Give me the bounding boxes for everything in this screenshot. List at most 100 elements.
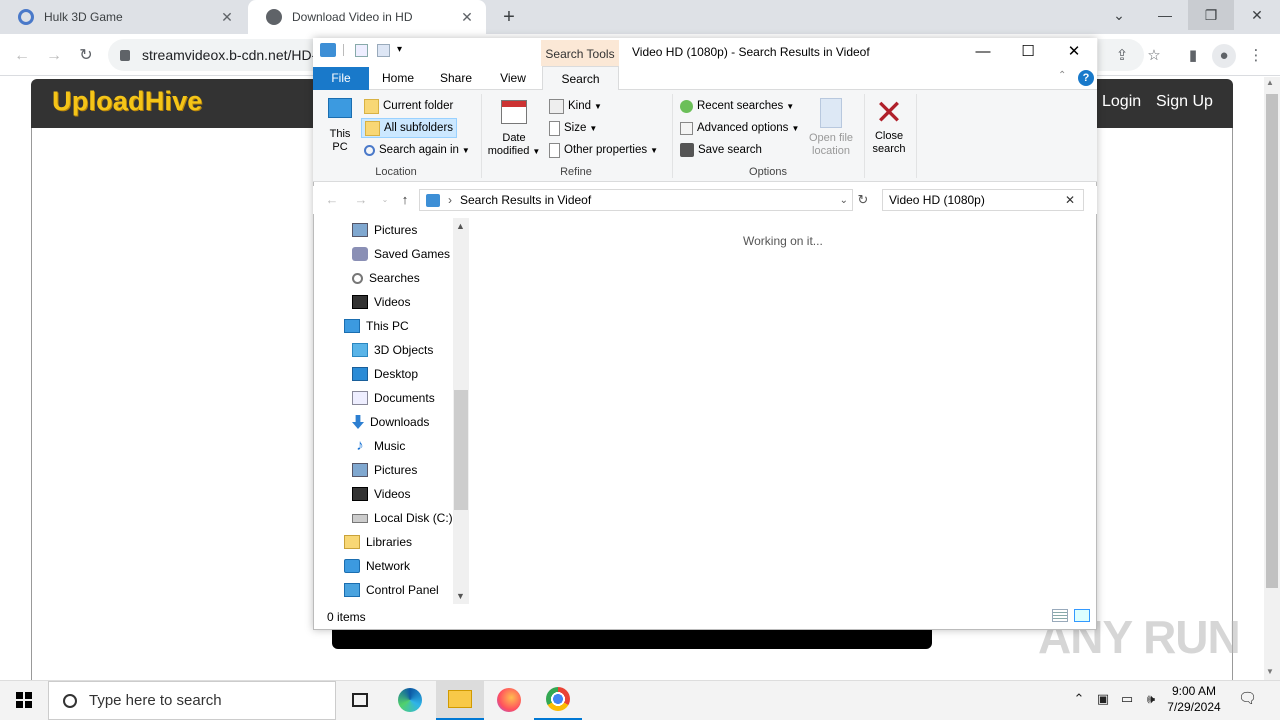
up-folder-icon[interactable]: ↑ bbox=[396, 190, 414, 210]
save-search-button[interactable]: Save search bbox=[680, 141, 762, 159]
scroll-down-arrow-icon[interactable]: ▼ bbox=[1266, 667, 1274, 676]
nav-item[interactable]: 3D Objects bbox=[352, 338, 433, 362]
qat-dropdown-icon[interactable]: ▾ bbox=[397, 44, 402, 55]
nav-item[interactable]: This PC bbox=[344, 314, 409, 338]
recent-searches-button[interactable]: Recent searches ▼ bbox=[680, 97, 794, 115]
current-folder-button[interactable]: Current folder bbox=[364, 97, 453, 115]
tab-label: Hulk 3D Game bbox=[44, 10, 123, 24]
kind-button[interactable]: Kind ▼ bbox=[549, 97, 602, 115]
site-logo[interactable]: UploadHive bbox=[52, 86, 203, 117]
all-subfolders-label: All subfolders bbox=[384, 122, 454, 134]
signup-link[interactable]: Sign Up bbox=[1156, 93, 1213, 111]
chrome-app-button[interactable] bbox=[534, 680, 582, 720]
size-button[interactable]: Size ▼ bbox=[549, 119, 597, 137]
task-view-button[interactable] bbox=[336, 680, 384, 720]
nav-item[interactable]: Documents bbox=[352, 386, 435, 410]
back-arrow-icon[interactable]: ← bbox=[10, 44, 34, 68]
navigation-pane-scroll-thumb[interactable] bbox=[454, 390, 468, 510]
ribbon-tab-home[interactable]: Home bbox=[375, 67, 421, 90]
meet-now-icon[interactable]: ▣ bbox=[1094, 690, 1112, 708]
explorer-maximize-button[interactable]: ☐ bbox=[1005, 38, 1051, 66]
close-tab-icon[interactable]: ✕ bbox=[458, 9, 476, 26]
nav-item[interactable]: Saved Games bbox=[352, 242, 450, 266]
firefox-app-button[interactable] bbox=[485, 680, 533, 720]
edge-app-button[interactable] bbox=[386, 680, 434, 720]
show-hidden-icons-chevron-icon[interactable]: ⌃ bbox=[1070, 690, 1088, 708]
site-favicon-icon bbox=[18, 9, 34, 25]
ribbon-tab-file[interactable]: File bbox=[313, 67, 369, 90]
nav-item[interactable]: Videos bbox=[352, 482, 410, 506]
taskbar-search-box[interactable]: Type here to search bbox=[48, 681, 336, 720]
close-search-button[interactable]: ✕ Close search bbox=[866, 96, 912, 156]
search-again-in-button[interactable]: Search again in ▼ bbox=[364, 141, 470, 159]
profile-avatar-icon[interactable]: ● bbox=[1212, 44, 1236, 68]
side-panel-icon[interactable]: ▮ bbox=[1181, 44, 1205, 68]
explorer-search-box[interactable]: Video HD (1080p) ✕ bbox=[882, 189, 1084, 211]
address-bar[interactable]: streamvideox.b-cdn.net/HD- bbox=[108, 39, 318, 71]
minimize-button[interactable]: — bbox=[1142, 0, 1188, 30]
start-button[interactable] bbox=[0, 680, 48, 720]
volume-icon[interactable]: 🕪 bbox=[1142, 690, 1160, 708]
all-subfolders-button[interactable]: All subfolders bbox=[361, 118, 457, 138]
control-panel-icon bbox=[344, 583, 360, 597]
bookmark-star-icon[interactable]: ☆ bbox=[1142, 44, 1166, 68]
login-link[interactable]: Login bbox=[1102, 93, 1141, 111]
nav-item[interactable]: Videos bbox=[352, 290, 410, 314]
share-icon[interactable]: ⇪ bbox=[1110, 44, 1134, 68]
help-icon[interactable]: ? bbox=[1078, 70, 1094, 86]
address-dropdown-icon[interactable]: ⌄ bbox=[840, 195, 848, 206]
nav-item[interactable]: Libraries bbox=[344, 530, 412, 554]
clear-search-icon[interactable]: ✕ bbox=[1065, 193, 1075, 207]
large-icons-view-icon[interactable] bbox=[1074, 609, 1090, 622]
advanced-options-button[interactable]: Advanced options ▼ bbox=[680, 119, 799, 137]
notifications-icon[interactable]: 🗨 bbox=[1238, 690, 1257, 708]
close-tab-icon[interactable]: ✕ bbox=[218, 9, 236, 26]
network-status-icon[interactable]: ▭ bbox=[1118, 690, 1136, 708]
more-menu-icon[interactable]: ⋮ bbox=[1244, 44, 1268, 68]
ribbon-tab-view[interactable]: View bbox=[490, 67, 536, 90]
search-tools-context-label: Search Tools bbox=[541, 40, 619, 68]
tab-search-chevron-icon[interactable]: ⌄ bbox=[1096, 0, 1142, 30]
explorer-address-box[interactable]: › Search Results in Videof ⌄ bbox=[419, 189, 853, 211]
date-modified-button[interactable]: Date modified ▼ bbox=[486, 100, 542, 158]
other-properties-button[interactable]: Other properties ▼ bbox=[549, 141, 658, 159]
properties-icon[interactable] bbox=[355, 44, 368, 57]
nav-item[interactable]: Downloads bbox=[352, 410, 429, 434]
close-window-button[interactable]: ✕ bbox=[1234, 0, 1280, 30]
browser-tab-download-video[interactable]: Download Video in HD ✕ bbox=[248, 0, 486, 34]
refresh-icon[interactable]: ↻ bbox=[854, 190, 872, 210]
nav-item-label: Pictures bbox=[374, 223, 418, 237]
nav-item[interactable]: Pictures bbox=[352, 218, 417, 242]
details-view-icon[interactable] bbox=[1052, 609, 1068, 622]
chrome-icon bbox=[546, 687, 570, 711]
recent-locations-icon[interactable]: ⌄ bbox=[376, 190, 394, 210]
forward-arrow-icon[interactable]: → bbox=[42, 44, 66, 68]
reload-icon[interactable]: ↻ bbox=[74, 44, 98, 68]
new-tab-button[interactable]: + bbox=[496, 4, 522, 30]
nav-item[interactable]: ♪ Music bbox=[352, 434, 405, 458]
scroll-up-arrow-icon[interactable]: ▲ bbox=[1266, 78, 1274, 87]
nav-item[interactable]: Local Disk (C:) bbox=[352, 506, 453, 530]
this-pc-button[interactable]: This PC bbox=[323, 98, 357, 154]
browser-tab-hulk[interactable]: Hulk 3D Game ✕ bbox=[0, 0, 246, 34]
explorer-close-button[interactable]: ✕ bbox=[1051, 38, 1097, 66]
file-explorer-app-button[interactable] bbox=[436, 680, 484, 720]
nav-item[interactable]: Pictures bbox=[352, 458, 417, 482]
explorer-back-icon[interactable]: ← bbox=[323, 190, 341, 210]
ribbon-tab-search[interactable]: Search bbox=[542, 66, 619, 91]
restore-button[interactable]: ❐ bbox=[1188, 0, 1234, 30]
taskbar-clock[interactable]: 9:00 AM 7/29/2024 bbox=[1160, 683, 1228, 715]
page-scrollbar-thumb[interactable] bbox=[1266, 94, 1278, 588]
explorer-minimize-button[interactable]: — bbox=[960, 38, 1006, 66]
nav-item[interactable]: Control Panel bbox=[344, 578, 439, 602]
nav-item[interactable]: Desktop bbox=[352, 362, 418, 386]
collapse-ribbon-icon[interactable]: ⌃ bbox=[1058, 70, 1066, 81]
open-file-location-button[interactable]: Open file location bbox=[804, 98, 858, 158]
explorer-forward-icon[interactable]: → bbox=[352, 190, 370, 210]
nav-scroll-down-icon[interactable]: ▼ bbox=[456, 591, 465, 601]
ribbon-tab-share[interactable]: Share bbox=[433, 67, 479, 90]
nav-item[interactable]: Searches bbox=[352, 266, 420, 290]
nav-item[interactable]: Network bbox=[344, 554, 410, 578]
nav-scroll-up-icon[interactable]: ▲ bbox=[456, 221, 465, 231]
new-folder-icon[interactable] bbox=[377, 44, 390, 57]
